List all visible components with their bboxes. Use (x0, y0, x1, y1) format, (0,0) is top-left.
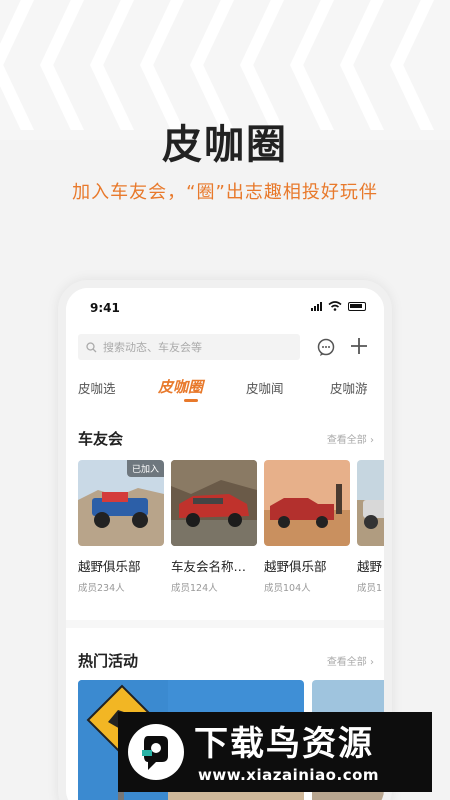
club-card[interactable]: 车友会名称… 成员124人 (171, 460, 257, 594)
watermark-banner: 下载鸟资源 www.xiazainiao.com (118, 712, 432, 792)
tab-pikawen[interactable]: 皮咖闻 (246, 378, 284, 397)
club-image (357, 460, 384, 546)
message-icon[interactable] (316, 337, 336, 357)
joined-badge: 已加入 (126, 460, 164, 477)
club-card[interactable]: 越野俱乐部 成员104人 (264, 460, 350, 594)
club-card[interactable]: 越野 成员1 (357, 460, 384, 594)
chevron-decoration (190, 0, 234, 130)
events-title: 热门活动 (78, 652, 139, 670)
tab-pikaquan[interactable]: 皮咖圈 (158, 376, 203, 397)
clubs-title: 车友会 (78, 430, 124, 448)
search-placeholder: 搜索动态、车友会等 (103, 341, 202, 354)
club-name: 车友会名称… (171, 559, 247, 574)
club-image (171, 460, 257, 546)
watermark-url: www.xiazainiao.com (198, 766, 380, 784)
wifi-icon (328, 301, 342, 311)
chevron-decoration (240, 0, 284, 130)
chevron-decoration (40, 0, 84, 130)
tab-indicator (184, 399, 198, 402)
signal-icon (311, 301, 322, 311)
events-view-all-link[interactable]: 查看全部 › (327, 653, 374, 668)
chevron-decoration (340, 0, 384, 130)
status-icons (311, 301, 366, 311)
club-name: 越野俱乐部 (78, 559, 141, 574)
search-row: 搜索动态、车友会等 (78, 334, 374, 362)
tab-pikayou[interactable]: 皮咖游 (330, 378, 368, 397)
section-divider (66, 620, 384, 628)
club-list: 已加入 越野俱乐部 成员234人 车友会名称… 成员124人 越野俱乐部 成员1… (78, 460, 384, 600)
chevron-decoration (390, 0, 434, 130)
club-image (264, 460, 350, 546)
club-members: 成员1 (357, 583, 383, 594)
search-input[interactable]: 搜索动态、车友会等 (78, 334, 300, 360)
hero-title: 皮咖圈 (162, 122, 288, 168)
chevron-decoration (0, 0, 34, 130)
club-image: 已加入 (78, 460, 164, 546)
club-card[interactable]: 已加入 越野俱乐部 成员234人 (78, 460, 164, 594)
status-time: 9:41 (90, 301, 120, 315)
battery-icon (348, 302, 366, 311)
search-icon (86, 341, 97, 352)
clubs-header: 车友会 查看全部 › (78, 428, 374, 452)
watermark-logo-icon (128, 724, 184, 780)
watermark-title: 下载鸟资源 (194, 724, 374, 764)
club-members: 成员234人 (78, 583, 125, 594)
tab-pikaxuan[interactable]: 皮咖选 (78, 378, 116, 397)
club-members: 成员104人 (264, 583, 311, 594)
clubs-view-all-link[interactable]: 查看全部 › (327, 431, 374, 446)
chevron-decoration (290, 0, 334, 130)
status-bar: 9:41 (66, 288, 384, 328)
chevron-decoration (140, 0, 184, 130)
hero-subtitle: 加入车友会，“圈”出志趣相投好玩伴 (72, 182, 378, 203)
chevron-decoration (90, 0, 134, 130)
events-header: 热门活动 查看全部 › (78, 650, 374, 674)
club-members: 成员124人 (171, 583, 218, 594)
club-name: 越野俱乐部 (264, 559, 327, 574)
add-icon[interactable] (348, 335, 370, 357)
tab-bar: 皮咖选 皮咖圈 皮咖闻 皮咖游 (78, 378, 378, 408)
club-name: 越野 (357, 559, 383, 574)
